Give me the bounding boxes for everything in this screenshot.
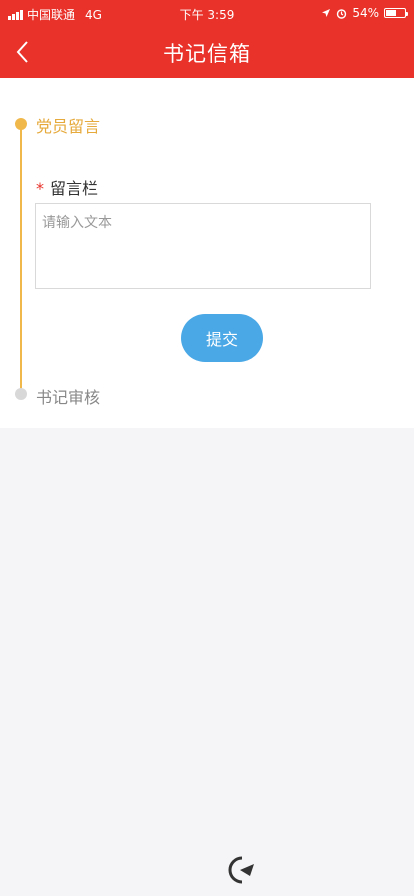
message-textarea[interactable] bbox=[35, 203, 371, 289]
top-bar: 中国联通 4G 下午 3:59 54% 书记信箱 bbox=[0, 0, 414, 78]
alarm-icon bbox=[337, 8, 347, 19]
watermark-logo bbox=[228, 856, 254, 884]
navigation-bar: 书记信箱 bbox=[0, 26, 414, 78]
step-label-review: 书记审核 bbox=[36, 388, 101, 407]
timeline-line bbox=[20, 128, 22, 393]
field-label-text: 留言栏 bbox=[50, 179, 99, 198]
battery-icon bbox=[384, 8, 408, 18]
page-title: 书记信箱 bbox=[163, 42, 251, 66]
step-dot-active bbox=[15, 118, 27, 130]
step-label-message: 党员留言 bbox=[36, 117, 101, 136]
status-bar: 中国联通 4G 下午 3:59 54% bbox=[0, 0, 414, 26]
required-mark: * bbox=[36, 179, 44, 198]
message-field-label: * 留言栏 bbox=[36, 175, 98, 199]
step-dot-inactive bbox=[15, 388, 27, 400]
location-arrow-icon bbox=[322, 9, 331, 17]
submit-button[interactable]: 提交 bbox=[181, 314, 263, 362]
battery-percent: 54% bbox=[352, 6, 379, 20]
